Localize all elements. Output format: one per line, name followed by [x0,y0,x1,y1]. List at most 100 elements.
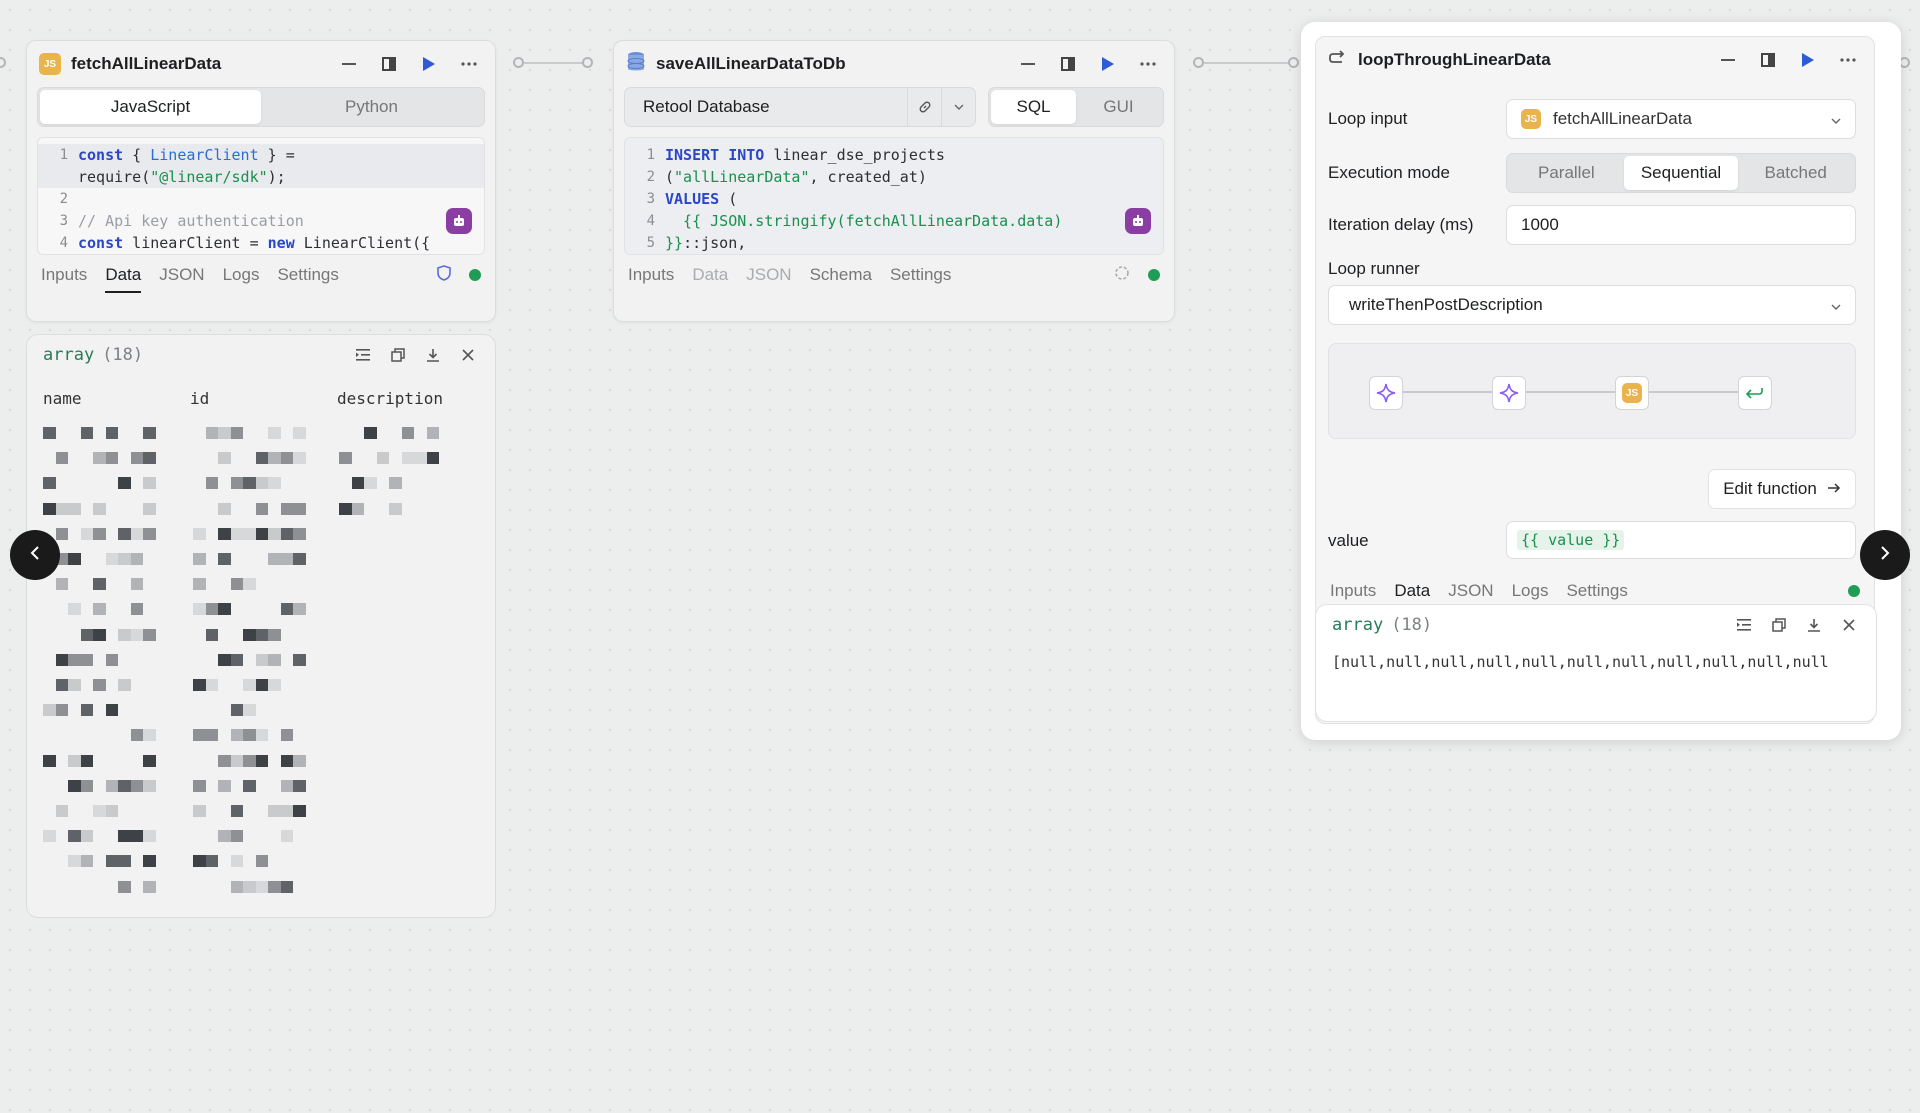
code-line: 3 VALUES ( [646,190,738,208]
code-editor[interactable]: 1 const { LinearClient } = require("@line… [37,137,485,255]
redacted-cell [218,779,231,792]
chevron-down-icon[interactable] [941,88,975,126]
more-icon[interactable] [455,50,483,78]
query-mode-toggle[interactable]: SQL GUI [988,87,1164,127]
split-panel-icon[interactable] [375,50,403,78]
chevron-down-icon[interactable] [1831,109,1841,129]
loop-block-header[interactable]: loopThroughLinearData [1316,37,1874,83]
download-icon[interactable] [1803,614,1825,636]
tab-python[interactable]: Python [261,90,482,124]
redacted-cell [193,553,206,565]
fetch-result-panel[interactable]: array (18) name id description [26,334,496,918]
run-icon[interactable] [1094,50,1122,78]
next-block-button[interactable] [1860,530,1910,580]
tab-json[interactable]: JSON [159,255,204,295]
save-block-header[interactable]: saveAllLinearDataToDb [614,41,1174,87]
mode-parallel[interactable]: Parallel [1509,156,1624,190]
mode-batched[interactable]: Batched [1738,156,1853,190]
language-toggle[interactable]: JavaScript Python [37,87,485,127]
redacted-cell [243,754,256,767]
split-panel-icon[interactable] [1054,50,1082,78]
redacted-cell [255,628,268,641]
ai-assist-icon[interactable] [1125,208,1151,234]
link-icon[interactable] [907,88,941,126]
tab-sql[interactable]: SQL [991,90,1076,124]
result-tabs[interactable]: Inputs Data JSON Schema Settings [614,255,1174,295]
redacted-cell [339,502,352,515]
code-line: 1 const { LinearClient } = [38,144,484,166]
redacted-cell [43,704,56,717]
redacted-cell [218,452,231,465]
redacted-cell [68,603,81,616]
tab-inputs[interactable]: Inputs [628,255,674,295]
download-icon[interactable] [422,344,444,366]
close-icon[interactable] [1838,614,1860,636]
redacted-cell [280,830,293,843]
value-input[interactable]: {{ value }} [1506,521,1856,559]
indent-icon[interactable] [352,344,374,366]
redacted-cell [193,729,206,742]
redacted-cell [130,729,143,742]
iteration-delay-input[interactable]: 1000 [1506,205,1856,245]
tab-json[interactable]: JSON [746,255,791,295]
redacted-cell [118,779,131,792]
redacted-cell [255,653,268,666]
indent-icon[interactable] [1733,614,1755,636]
more-icon[interactable] [1834,46,1862,74]
loop-input-select[interactable]: JS fetchAllLinearData [1506,99,1856,139]
tab-settings[interactable]: Settings [890,255,951,295]
code-line: 4 {{ JSON.stringify(fetchAllLinearData.d… [646,212,1063,230]
tab-inputs[interactable]: Inputs [41,255,87,295]
copy-icon[interactable] [1768,614,1790,636]
prev-block-button[interactable] [10,530,60,580]
more-icon[interactable] [1134,50,1162,78]
mode-sequential[interactable]: Sequential [1623,156,1739,190]
save-output-port[interactable] [1193,57,1204,68]
minimize-icon[interactable] [1714,46,1742,74]
fetch-output-port[interactable] [513,57,524,68]
code-line: 4 const linearClient = new LinearClient({ [59,234,431,252]
run-icon[interactable] [415,50,443,78]
redacted-cell [280,729,293,742]
minimize-icon[interactable] [1014,50,1042,78]
resource-select[interactable]: Retool Database [624,87,976,127]
save-input-port[interactable] [582,57,593,68]
split-panel-icon[interactable] [1754,46,1782,74]
save-block[interactable]: saveAllLinearDataToDb Retool Database SQ… [613,40,1175,322]
tab-data[interactable]: Data [692,255,728,295]
redacted-cell [230,477,243,490]
redacted-cell [118,880,131,893]
fetch-block-header[interactable]: JS fetchAllLinearData [27,41,495,87]
chevron-down-icon[interactable] [1831,295,1841,315]
execution-mode-toggle[interactable]: Parallel Sequential Batched [1506,153,1856,193]
redacted-cell [93,679,106,691]
fetch-block[interactable]: JS fetchAllLinearData JavaScript Python … [26,40,496,322]
loop-input-port[interactable] [1288,57,1299,68]
tab-logs[interactable]: Logs [223,255,260,295]
fetch-input-port[interactable] [0,57,6,68]
ai-assist-icon[interactable] [446,208,472,234]
minimize-icon[interactable] [335,50,363,78]
redacted-cell [280,805,293,817]
tab-data[interactable]: Data [105,255,141,295]
close-icon[interactable] [457,344,479,366]
column-header-name: name [43,389,82,408]
redacted-cell [255,477,268,490]
loop-result-panel[interactable]: array (18) [null,null,null,null,null,nul… [1315,604,1877,722]
loop-block-panel[interactable]: loopThroughLinearData Loop input JS fetc… [1301,22,1901,740]
redacted-cell [193,679,206,691]
redacted-cell [105,427,118,439]
tab-settings[interactable]: Settings [277,255,338,295]
run-icon[interactable] [1794,46,1822,74]
sql-editor[interactable]: 1 INSERT INTO linear_dse_projects 2 ("allL… [624,137,1164,255]
copy-icon[interactable] [387,344,409,366]
tab-schema[interactable]: Schema [810,255,872,295]
redacted-cell [130,527,143,540]
tab-gui[interactable]: GUI [1076,90,1161,124]
redacted-cell [293,427,306,439]
edit-function-button[interactable]: Edit function [1708,469,1856,509]
loop-runner-select[interactable]: writeThenPostDescription [1328,285,1856,325]
tab-javascript[interactable]: JavaScript [40,90,261,124]
redacted-cell [218,653,231,666]
result-tabs[interactable]: Inputs Data JSON Logs Settings [27,255,495,295]
